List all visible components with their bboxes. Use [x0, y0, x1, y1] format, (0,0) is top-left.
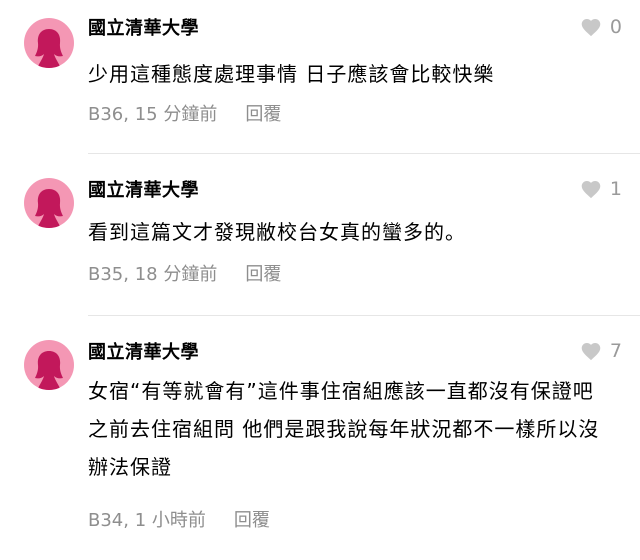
comment-item: 國立清華大學 7 女宿“有等就會有”這件事住宿組應該一直都沒有保證吧 之前去住宿… [0, 316, 640, 560]
avatar[interactable] [24, 178, 74, 228]
like-count: 0 [609, 16, 622, 38]
female-avatar-icon [35, 351, 63, 390]
like-button[interactable]: 0 [580, 16, 622, 38]
comment-meta: B34, 1 小時前 回覆 [88, 506, 270, 532]
reply-button[interactable]: 回覆 [245, 100, 281, 126]
avatar[interactable] [24, 340, 74, 390]
heart-icon [581, 181, 601, 199]
like-button[interactable]: 7 [580, 340, 622, 362]
floor-and-time: B36, 15 分鐘前 [88, 104, 218, 125]
comment-text: 女宿“有等就會有”這件事住宿組應該一直都沒有保證吧 之前去住宿組問 他們是跟我說… [88, 379, 600, 479]
floor-and-time: B35, 18 分鐘前 [88, 264, 218, 285]
floor-and-time: B34, 1 小時前 [88, 510, 206, 531]
female-avatar-icon [35, 189, 63, 228]
comment-meta: B36, 15 分鐘前 回覆 [88, 100, 281, 126]
author-name[interactable]: 國立清華大學 [88, 176, 199, 202]
heart-icon [581, 343, 601, 361]
reply-button[interactable]: 回覆 [234, 506, 270, 532]
author-name[interactable]: 國立清華大學 [88, 338, 199, 364]
comment-item: 國立清華大學 0 少用這種態度處理事情 日子應該會比較快樂 B36, 15 分鐘… [0, 0, 640, 154]
like-count: 1 [609, 178, 622, 200]
female-avatar-icon [35, 29, 63, 68]
like-button[interactable]: 1 [580, 178, 622, 200]
heart-icon [581, 19, 601, 37]
comment-text: 看到這篇文才發現敝校台女真的蠻多的。 [88, 220, 466, 244]
reply-button[interactable]: 回覆 [245, 260, 281, 286]
comment-list: 國立清華大學 0 少用這種態度處理事情 日子應該會比較快樂 B36, 15 分鐘… [0, 0, 640, 560]
avatar[interactable] [24, 18, 74, 68]
comment-meta: B35, 18 分鐘前 回覆 [88, 260, 281, 286]
comment-item: 國立清華大學 1 看到這篇文才發現敝校台女真的蠻多的。 B35, 18 分鐘前 … [0, 154, 640, 316]
author-name[interactable]: 國立清華大學 [88, 14, 199, 40]
comment-text: 少用這種態度處理事情 日子應該會比較快樂 [88, 62, 495, 86]
like-count: 7 [609, 340, 622, 362]
